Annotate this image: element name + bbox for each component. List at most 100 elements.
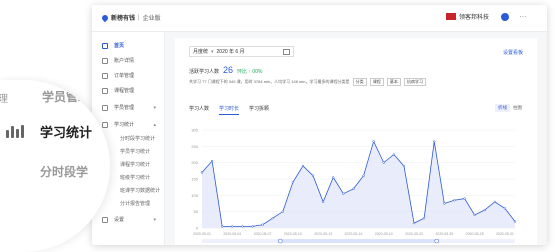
zoom-slider-window bbox=[280, 239, 437, 243]
gear-icon bbox=[102, 216, 108, 223]
y-tick-label: 250 bbox=[191, 144, 198, 149]
sidebar-item-courses[interactable]: 课程管理 bbox=[92, 85, 164, 96]
chevron-down-icon: ▾ bbox=[211, 48, 214, 55]
sidebar-sub-item[interactable]: 班级学习统计 bbox=[120, 174, 150, 181]
y-tick-label: 300 bbox=[191, 128, 198, 133]
data-point bbox=[261, 223, 264, 226]
data-point bbox=[453, 199, 456, 202]
data-point bbox=[200, 171, 204, 174]
top-bar: 新榜有钱 | 企业版 领客邦科技 ··· bbox=[92, 5, 547, 32]
sidebar-sub-item[interactable]: 分计报告管理 bbox=[120, 200, 150, 207]
data-point bbox=[402, 164, 406, 168]
data-point bbox=[463, 197, 466, 200]
category-tag[interactable]: 抗病学习 bbox=[403, 78, 426, 86]
sidebar-sub-item[interactable]: 课程学习统计 bbox=[120, 161, 150, 168]
sidebar-item-label: 学习统计 bbox=[114, 122, 135, 128]
account-icon bbox=[102, 57, 108, 64]
sidebar-item-stats[interactable]: 学习统计 ▴ bbox=[92, 119, 164, 130]
home-icon bbox=[102, 42, 108, 49]
x-tick-label: 2020-05-10 bbox=[284, 232, 302, 236]
stat-description: 共学习 77 门课程下的 349 课，用时 3784 min，人均学习 146 … bbox=[189, 78, 426, 86]
zoom-above-label: 学员管理 bbox=[42, 90, 91, 104]
x-tick-label: 2020-05-22 bbox=[405, 232, 423, 236]
sidebar-item-settings[interactable]: 设置 ▾ bbox=[92, 214, 164, 225]
category-tag[interactable]: 基本 bbox=[386, 78, 401, 86]
sidebar-item-account[interactable]: 账户详情 bbox=[92, 55, 164, 66]
sidebar-sub-item[interactable]: 学员学习统计 bbox=[120, 148, 150, 155]
data-point bbox=[291, 181, 295, 184]
sidebar-item-home[interactable]: 首页 bbox=[92, 40, 164, 51]
x-tick-label: 2020-05-28 bbox=[466, 232, 484, 236]
data-point bbox=[210, 159, 214, 163]
location-pin-icon bbox=[100, 13, 110, 22]
category-tag[interactable]: 课程 bbox=[369, 78, 384, 86]
data-point bbox=[342, 192, 345, 195]
tab-lessons[interactable]: 学习拆颗 bbox=[249, 105, 269, 115]
series-area bbox=[202, 141, 515, 228]
active-learners-stat: 活跃学习人数 26 环比 ↑ 00% bbox=[189, 65, 262, 75]
tab-duration[interactable]: 学习时长 bbox=[219, 105, 240, 115]
x-tick-label: 2020-05-13 bbox=[314, 232, 332, 236]
data-point bbox=[352, 187, 355, 190]
sidebar-item-orders[interactable]: 订单管理 bbox=[92, 70, 164, 81]
data-point bbox=[271, 217, 274, 220]
zoom-above-tail: 理 bbox=[0, 94, 8, 105]
app-window: 新榜有钱 | 企业版 领客邦科技 ··· 首页 账户详情 订单管理 课程管理 学… bbox=[92, 5, 547, 245]
data-point bbox=[301, 164, 305, 168]
sidebar-item-label: 课程管理 bbox=[114, 88, 135, 94]
month-value: 2020 年 6 月 bbox=[216, 49, 245, 55]
view-bar-button[interactable]: 柱图 bbox=[510, 104, 525, 112]
x-tick-label: 2020-05-07 bbox=[254, 232, 272, 236]
data-point bbox=[433, 140, 436, 143]
view-toggle: 折线 柱图 bbox=[495, 104, 525, 112]
main-content: 月度统 ▾ 2020 年 6 月 设置看板 活跃学习人数 26 环比 ↑ 00%… bbox=[165, 32, 547, 245]
x-tick-label: 2020-05-25 bbox=[435, 232, 453, 236]
bar-chart-icon bbox=[6, 124, 28, 138]
brand-separator: | bbox=[138, 14, 140, 21]
settings-link[interactable]: 设置看板 bbox=[503, 49, 523, 56]
data-point bbox=[372, 140, 375, 143]
sidebar-item-students[interactable]: 学员管理 ▾ bbox=[92, 102, 164, 113]
data-point bbox=[241, 225, 244, 228]
stat-change: 环比 ↑ 00% bbox=[237, 69, 263, 75]
company-logo-icon bbox=[445, 13, 456, 20]
stats-icon bbox=[102, 121, 108, 128]
calendar-icon[interactable] bbox=[283, 49, 290, 55]
sidebar-item-label: 首页 bbox=[114, 43, 125, 49]
month-selector[interactable]: 月度统 ▾ 2020 年 6 月 bbox=[189, 46, 294, 57]
data-point bbox=[473, 213, 476, 217]
data-point bbox=[483, 208, 486, 212]
view-line-button[interactable]: 折线 bbox=[495, 104, 510, 112]
data-point bbox=[362, 174, 365, 177]
tab-learners[interactable]: 学习人数 bbox=[189, 105, 209, 115]
data-point bbox=[311, 174, 315, 177]
sidebar-item-label: 账户详情 bbox=[114, 58, 135, 64]
students-icon bbox=[102, 104, 108, 111]
stat-label: 活跃学习人数 bbox=[189, 69, 220, 75]
y-tick-label: 100 bbox=[191, 193, 198, 198]
data-point bbox=[231, 225, 234, 228]
x-tick-label: 2020-05-04 bbox=[223, 232, 241, 236]
category-tag[interactable]: 分类 bbox=[352, 78, 367, 86]
data-point bbox=[392, 153, 395, 156]
data-point bbox=[503, 207, 507, 210]
brand-logo[interactable]: 新榜有钱 | 企业版 bbox=[100, 13, 161, 22]
sidebar-sub-item[interactable]: 班课学习数据统计 bbox=[120, 187, 160, 194]
brand-name: 新榜有钱 bbox=[111, 16, 136, 22]
data-point bbox=[493, 200, 496, 204]
notification-icon[interactable] bbox=[501, 12, 509, 21]
period-select[interactable]: 月度统 bbox=[193, 48, 208, 55]
more-icon[interactable]: ··· bbox=[519, 12, 527, 21]
data-point bbox=[332, 176, 335, 179]
x-tick-label: 2020-05-19 bbox=[375, 232, 393, 236]
metric-tabs: 学习人数 学习时长 学习拆颗 bbox=[189, 105, 279, 115]
courses-icon bbox=[102, 87, 108, 94]
chevron-down-icon: ▾ bbox=[153, 104, 156, 111]
sidebar-sub-item[interactable]: 分时段学习统计 bbox=[120, 135, 155, 142]
data-point bbox=[251, 225, 254, 228]
stat-value: 26 bbox=[223, 65, 234, 75]
zoom-below-label: 分时段学 bbox=[40, 165, 89, 179]
learning-duration-chart: 0 50 100 150 200 250 300 2020-05-01 2020-05-04 20… bbox=[191, 128, 517, 244]
company-name[interactable]: 领客邦科技 bbox=[459, 12, 489, 21]
zoom-slider-handle bbox=[278, 238, 283, 244]
